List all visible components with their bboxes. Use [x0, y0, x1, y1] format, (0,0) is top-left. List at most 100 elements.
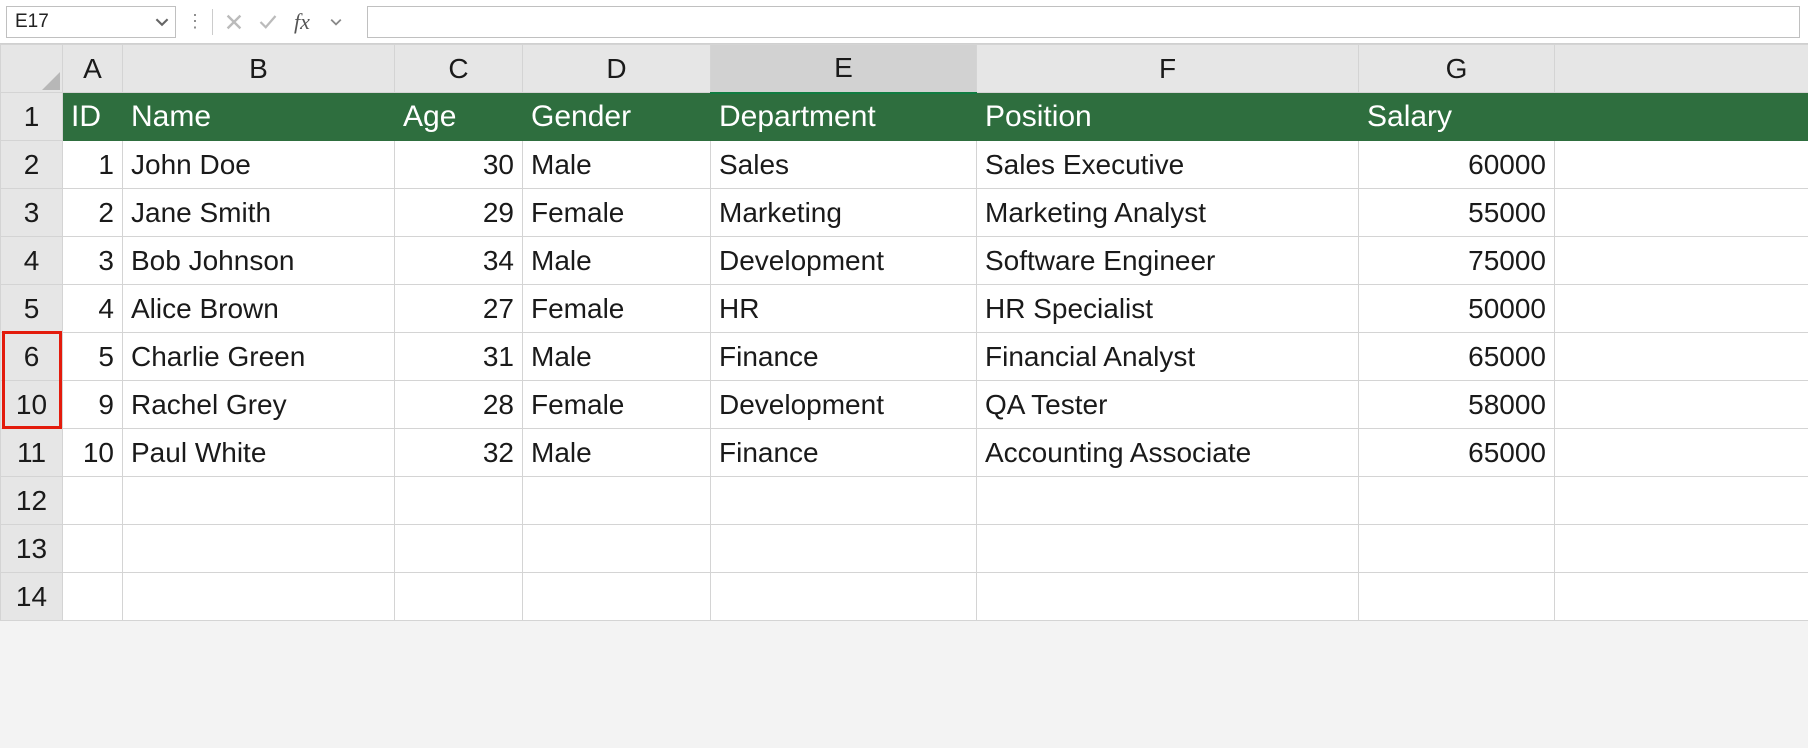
cancel-button[interactable]: [217, 7, 251, 37]
cell[interactable]: [1555, 237, 1808, 285]
cell[interactable]: 65000: [1359, 333, 1555, 381]
cell[interactable]: 2: [63, 189, 123, 237]
cell[interactable]: Paul White: [123, 429, 395, 477]
spreadsheet-grid[interactable]: A B C D E F G 1 ID Name Age Gender Depar…: [0, 44, 1808, 621]
header-department[interactable]: Department: [711, 93, 977, 141]
cell[interactable]: Bob Johnson: [123, 237, 395, 285]
cell[interactable]: [977, 573, 1359, 621]
cell[interactable]: [711, 573, 977, 621]
cell[interactable]: [711, 525, 977, 573]
chevron-down-icon[interactable]: [149, 15, 175, 29]
cell[interactable]: [1555, 381, 1808, 429]
cell[interactable]: [1555, 477, 1808, 525]
cell[interactable]: 29: [395, 189, 523, 237]
cell[interactable]: Male: [523, 429, 711, 477]
cell[interactable]: [1555, 573, 1808, 621]
cell[interactable]: Male: [523, 333, 711, 381]
cell[interactable]: [1555, 429, 1808, 477]
cell[interactable]: Marketing Analyst: [977, 189, 1359, 237]
cell[interactable]: [1555, 333, 1808, 381]
row-header[interactable]: 5: [1, 285, 63, 333]
cell[interactable]: [523, 573, 711, 621]
cell[interactable]: [1555, 285, 1808, 333]
row-header[interactable]: 10: [1, 381, 63, 429]
cell[interactable]: [1359, 573, 1555, 621]
cell[interactable]: Alice Brown: [123, 285, 395, 333]
cell[interactable]: [977, 525, 1359, 573]
cell[interactable]: Jane Smith: [123, 189, 395, 237]
column-header-blank[interactable]: [1555, 45, 1808, 93]
vertical-dots-icon[interactable]: ⋮: [182, 11, 208, 32]
cell[interactable]: 55000: [1359, 189, 1555, 237]
cell[interactable]: [123, 477, 395, 525]
cell[interactable]: [1359, 525, 1555, 573]
cell[interactable]: [123, 525, 395, 573]
cell[interactable]: 5: [63, 333, 123, 381]
cell[interactable]: 28: [395, 381, 523, 429]
cell[interactable]: [395, 525, 523, 573]
row-header[interactable]: 14: [1, 573, 63, 621]
column-header-e[interactable]: E: [711, 45, 977, 93]
row-header[interactable]: 11: [1, 429, 63, 477]
cell[interactable]: Male: [523, 237, 711, 285]
header-salary[interactable]: Salary: [1359, 93, 1555, 141]
cell[interactable]: 31: [395, 333, 523, 381]
header-id[interactable]: ID: [63, 93, 123, 141]
cell[interactable]: 10: [63, 429, 123, 477]
cell[interactable]: [395, 573, 523, 621]
cell[interactable]: Charlie Green: [123, 333, 395, 381]
cell[interactable]: [1359, 477, 1555, 525]
select-all-corner[interactable]: [1, 45, 63, 93]
cell[interactable]: [1555, 93, 1808, 141]
cell[interactable]: [523, 477, 711, 525]
cell[interactable]: Sales: [711, 141, 977, 189]
cell[interactable]: 1: [63, 141, 123, 189]
fx-icon[interactable]: fx: [285, 7, 319, 37]
cell[interactable]: 75000: [1359, 237, 1555, 285]
formula-input[interactable]: [367, 6, 1800, 38]
cell[interactable]: HR Specialist: [977, 285, 1359, 333]
cell[interactable]: Accounting Associate: [977, 429, 1359, 477]
cell[interactable]: Software Engineer: [977, 237, 1359, 285]
column-header-c[interactable]: C: [395, 45, 523, 93]
cell[interactable]: 34: [395, 237, 523, 285]
cell[interactable]: 3: [63, 237, 123, 285]
cell[interactable]: Finance: [711, 333, 977, 381]
header-name[interactable]: Name: [123, 93, 395, 141]
cell[interactable]: Female: [523, 189, 711, 237]
cell[interactable]: [123, 573, 395, 621]
name-box[interactable]: E17: [6, 6, 176, 38]
row-header[interactable]: 4: [1, 237, 63, 285]
cell[interactable]: 9: [63, 381, 123, 429]
row-header[interactable]: 6: [1, 333, 63, 381]
cell[interactable]: 30: [395, 141, 523, 189]
cell[interactable]: [1555, 189, 1808, 237]
cell[interactable]: [63, 525, 123, 573]
cell[interactable]: [1555, 141, 1808, 189]
cell[interactable]: 58000: [1359, 381, 1555, 429]
cell[interactable]: Financial Analyst: [977, 333, 1359, 381]
cell[interactable]: [977, 477, 1359, 525]
cell[interactable]: 27: [395, 285, 523, 333]
row-header[interactable]: 2: [1, 141, 63, 189]
cell[interactable]: QA Tester: [977, 381, 1359, 429]
header-position[interactable]: Position: [977, 93, 1359, 141]
cell[interactable]: [395, 477, 523, 525]
header-gender[interactable]: Gender: [523, 93, 711, 141]
cell[interactable]: Marketing: [711, 189, 977, 237]
column-header-f[interactable]: F: [977, 45, 1359, 93]
cell[interactable]: Rachel Grey: [123, 381, 395, 429]
cell[interactable]: HR: [711, 285, 977, 333]
cell[interactable]: [711, 477, 977, 525]
cell[interactable]: Finance: [711, 429, 977, 477]
row-header[interactable]: 12: [1, 477, 63, 525]
column-header-g[interactable]: G: [1359, 45, 1555, 93]
row-header[interactable]: 13: [1, 525, 63, 573]
header-age[interactable]: Age: [395, 93, 523, 141]
cell[interactable]: 60000: [1359, 141, 1555, 189]
cell[interactable]: [523, 525, 711, 573]
cell[interactable]: Male: [523, 141, 711, 189]
cell[interactable]: [1555, 525, 1808, 573]
row-header[interactable]: 3: [1, 189, 63, 237]
column-header-b[interactable]: B: [123, 45, 395, 93]
